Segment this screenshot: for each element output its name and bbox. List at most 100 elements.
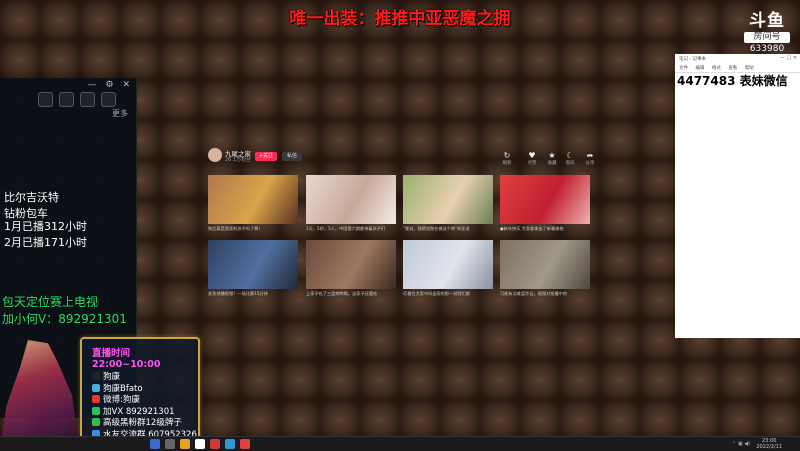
settings-button[interactable]: ⚙ [106,80,114,90]
toolbar-icon[interactable] [59,92,74,107]
follow-button[interactable]: +关注 [255,152,277,161]
stream-info-box: 直播时间 22:00~10:00 狗康 狗康Bfato 微博:狗康 加VX 89… [80,337,200,441]
system-tray[interactable]: ⌃ ▣ ◀) [732,441,750,447]
avatar[interactable] [208,148,222,162]
notepad-window: 笔记 - 记事本 — □ ✕ 文件 编辑 格式 查看 帮助 4477483 表妹… [675,54,800,338]
wechat-icon [92,406,100,415]
action-label: 收藏 [547,161,557,166]
video-thumbnail[interactable]: 尽量在大家中间出现的那一刻我们都 [403,240,493,296]
taskbar: ⌃ ▣ ◀) 23:00 2022/2/11 [0,436,800,451]
message-button[interactable]: 私信 [282,152,302,161]
douyu-logo: 斗鱼 [749,11,785,31]
video-caption: ●新年快乐 大家都拿出了新春旗袍 [500,226,564,231]
action-label: 分享 [585,161,595,166]
more-button[interactable]: 更多 [112,108,128,119]
chat-window-controls: — ⚙ ✕ [82,80,130,90]
channel-followers: 26.1万粉丝 [225,157,252,163]
video-caption: "我说，我感觉狗在做这个吧"你还说 [403,226,470,231]
like-action[interactable]: ♥ 点赞 [525,151,539,166]
taskbar-app-icon[interactable] [195,439,205,449]
tiktok-icon [92,372,100,380]
action-label: 刷新 [502,161,512,166]
info-row: 狗康 [92,372,198,384]
taskbar-app-icon[interactable] [150,439,160,449]
thumbnail-image [208,240,298,289]
toolbar-icon[interactable] [80,92,95,107]
overlay-line: 2月已播171小时 [4,236,87,249]
video-thumbnail[interactable]: 1天，5秒，5人，中国第六期都带着孩子们 [306,175,396,231]
toolbar-icon[interactable] [38,92,53,107]
video-thumbnail[interactable]: "我说，我感觉狗在做这个吧"你还说 [403,175,493,231]
video-thumbnail[interactable]: 上家子吃了三盘烤鸭哦，这家子还要吃 [306,240,396,296]
room-label: 房间号 [744,32,790,43]
video-profile-window: 九尾之家 26.1万粉丝 +关注 私信 ↻ 刷新 ♥ 点赞 ★ 收藏 ☾ 夜间 ➦ 分享 狗比真是… [203,146,597,306]
menu-help[interactable]: 帮助 [745,66,754,71]
notepad-title: 笔记 - 记事本 [679,57,706,62]
taskbar-clock[interactable]: 23:00 2022/2/11 [756,438,782,450]
menu-view[interactable]: 查看 [728,66,737,71]
thumbnail-image [306,175,396,224]
info-row: 加VX 892921301 [92,406,198,419]
weibo-icon [92,395,100,403]
taskbar-app-icon[interactable] [165,439,175,449]
video-caption: 1天，5秒，5人，中国第六期都带着孩子们 [306,226,386,231]
chat-toolbar [38,92,122,111]
overlay-line: 比尔吉沃特 [4,191,59,204]
close-button[interactable]: ✕ [122,80,130,90]
stream-time: 直播时间 22:00~10:00 [92,348,161,370]
thumbnail-image [403,240,493,289]
toolbar-icon[interactable] [101,92,116,107]
menu-edit[interactable]: 编辑 [695,66,704,71]
video-thumbnail[interactable]: 狗比真是我家的孩子吗了啊！ [208,175,298,231]
fan-group-icon [92,418,100,426]
douyu-badge: 斗鱼 房间号 633980 [744,12,790,55]
thumbnail-image [500,240,590,289]
menu-format[interactable]: 格式 [712,66,721,71]
minimize-button[interactable]: — [88,80,97,90]
video-thumbnail[interactable]: ●新年快乐 大家都拿出了新春旗袍 [500,175,590,231]
taskbar-app-icon[interactable] [240,439,250,449]
info-text: 狗康 [103,372,121,382]
bilibili-icon [92,383,100,392]
info-text: 狗康Bfato [103,383,143,394]
promo-line: 加小何V：892921301 [2,312,127,326]
promo-line: 包天定位赛上电视 [2,295,99,309]
video-caption: 紧急地播视频！一场比赛15分钟 [208,291,268,296]
star-icon: ★ [548,151,556,160]
taskbar-app-icon[interactable] [225,439,235,449]
stream-banner: 唯一出装：推推中亚恶魔之拥 [289,9,511,29]
video-caption: 狗比真是我家的孩子吗了啊！ [208,226,263,231]
notepad-menu: 文件 编辑 格式 查看 帮助 [679,65,760,71]
overlay-line: 1月已播312小时 [4,220,87,233]
moon-icon: ☾ [566,151,574,160]
info-row: 狗康Bfato [92,383,198,396]
star-action[interactable]: ★ 收藏 [545,151,559,166]
thumbnail-image [500,175,590,224]
action-label: 夜间 [565,161,575,166]
taskbar-app-icon[interactable] [180,439,190,449]
info-text: 高级黑粉群12级牌子 [103,418,182,428]
share-action[interactable]: ➦ 分享 [583,151,597,166]
video-thumbnail[interactable]: 紧急地播视频！一场比赛15分钟 [208,240,298,296]
thumbnail-image [208,175,298,224]
menu-file[interactable]: 文件 [679,66,688,71]
thumbnail-image [306,240,396,289]
video-thumbnail[interactable]: 可能有点难度作业，视频对拍摄中的 [500,240,590,296]
refresh-action[interactable]: ↻ 刷新 [500,151,514,166]
taskbar-app-icon[interactable] [210,439,220,449]
info-text: 加VX 892921301 [103,406,175,417]
info-text: 微博:狗康 [103,395,140,405]
info-row: 高级黑粉群12级牌子 [92,418,198,430]
notepad-text[interactable]: 4477483 表妹微信 [677,72,788,89]
thumbnail-image [403,175,493,224]
moon-action[interactable]: ☾ 夜间 [563,151,577,166]
video-caption: 尽量在大家中间出现的那一刻我们都 [403,291,471,296]
refresh-icon: ↻ [503,151,511,160]
video-caption: 可能有点难度作业，视频对拍摄中的 [500,291,568,296]
notepad-controls[interactable]: — □ ✕ [780,55,797,61]
info-row: 微博:狗康 [92,395,198,407]
like-icon: ♥ [528,151,536,160]
share-icon: ➦ [586,151,594,160]
action-label: 点赞 [527,161,537,166]
video-caption: 上家子吃了三盘烤鸭哦，这家子还要吃 [306,291,378,296]
